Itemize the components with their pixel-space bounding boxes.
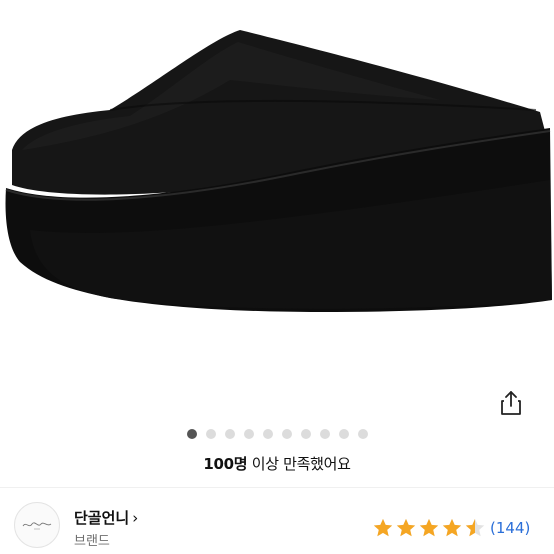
carousel-dot[interactable]	[300, 429, 311, 439]
satisfaction-rest: 이상 만족했어요	[247, 455, 351, 473]
star-icon	[373, 518, 393, 537]
product-image[interactable]	[0, 0, 554, 380]
review-count[interactable]: (144)	[490, 519, 530, 537]
share-button[interactable]	[496, 387, 526, 419]
shoe-illustration	[5, 30, 552, 312]
carousel-dot[interactable]	[357, 429, 368, 439]
carousel-dot[interactable]	[319, 429, 330, 439]
satisfaction-count: 100명	[203, 455, 248, 473]
rating-summary[interactable]: (144)	[372, 515, 530, 541]
carousel-pager	[0, 428, 554, 440]
carousel-dot[interactable]	[243, 429, 254, 439]
satisfaction-text: 100명 이상 만족했어요	[0, 453, 554, 474]
rating-stars	[372, 517, 486, 539]
star-icon	[419, 518, 439, 537]
brand-name: 단골언니	[74, 509, 130, 527]
carousel-dot[interactable]	[338, 429, 349, 439]
brand-name-link[interactable]: 단골언니 ›	[74, 507, 138, 528]
star-icon	[465, 518, 485, 537]
chevron-right-icon: ›	[132, 508, 139, 527]
brand-type-label: 브랜드	[74, 534, 110, 549]
carousel-dot[interactable]	[186, 429, 197, 439]
carousel-dot[interactable]	[262, 429, 273, 439]
star-icon	[442, 518, 462, 537]
carousel-dot[interactable]	[205, 429, 216, 439]
brand-logo[interactable]	[14, 502, 60, 548]
section-divider	[0, 487, 554, 488]
carousel-dot[interactable]	[224, 429, 235, 439]
star-icon	[396, 518, 416, 537]
carousel-dot[interactable]	[281, 429, 292, 439]
brand-logo-icon	[22, 522, 52, 530]
share-icon	[501, 391, 521, 415]
